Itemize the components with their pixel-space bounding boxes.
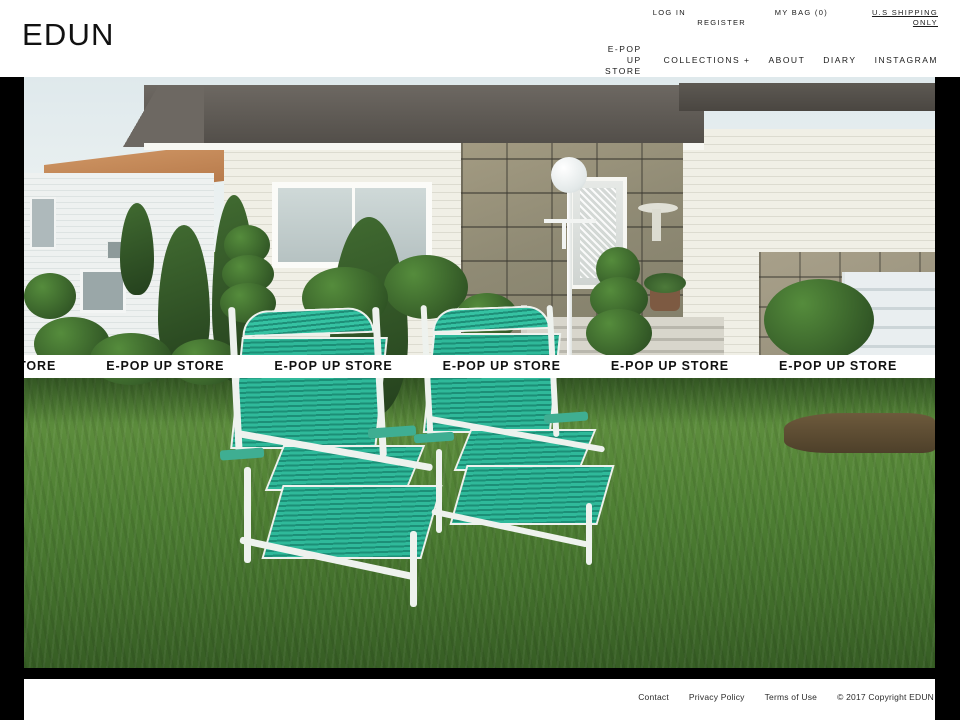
chair2-leg-front-left <box>436 449 442 533</box>
nav-item-about[interactable]: ABOUT <box>768 44 805 66</box>
foreground-shrub-d <box>24 273 76 319</box>
chair-armrest-left <box>219 447 265 461</box>
footer-link-contact[interactable]: Contact <box>638 692 669 702</box>
chair2-headrest-straps <box>431 304 551 334</box>
utility-navigation: LOG IN REGISTER MY BAG (0) U.S SHIPPING … <box>652 8 938 36</box>
register-link[interactable]: REGISTER <box>692 8 746 28</box>
mulch-bed <box>784 413 935 453</box>
neighbor-window-lower <box>80 269 126 313</box>
chair-leg-front-left <box>244 467 251 563</box>
nav-item-epop-up-store[interactable]: E-POP UP STORE <box>596 44 642 77</box>
round-shrub-right <box>764 279 874 361</box>
footer-copyright: © 2017 Copyright EDUN <box>837 692 934 702</box>
marquee-item: E-POP UP STORE <box>106 359 225 373</box>
chair2-leg-rear-right <box>586 503 592 565</box>
footer-link-privacy-policy[interactable]: Privacy Policy <box>689 692 745 702</box>
chair2-armrest-left <box>413 431 455 444</box>
marquee-item: E-POP UP STORE <box>779 359 898 373</box>
chair2-armrest-right <box>543 411 589 424</box>
nav-item-diary[interactable]: DIARY <box>823 44 856 66</box>
login-link[interactable]: LOG IN <box>652 8 686 18</box>
chair-headrest-straps <box>241 306 375 338</box>
nav-item-instagram[interactable]: INSTAGRAM <box>875 44 938 66</box>
brand-logo[interactable]: EDUN <box>22 18 115 52</box>
planter-stem <box>652 209 661 241</box>
potted-plant <box>644 273 686 293</box>
lamp-post-arm <box>544 219 596 223</box>
site-header: EDUN LOG IN REGISTER MY BAG (0) U.S SHIP… <box>0 0 960 77</box>
site-footer: Contact Privacy Policy Terms of Use © 20… <box>24 679 935 720</box>
footer-link-terms-of-use[interactable]: Terms of Use <box>765 692 817 702</box>
main-navigation: E-POP UP STORE COLLECTIONS + ABOUT DIARY… <box>596 44 938 76</box>
marquee-item: E-POP UP STORE <box>274 359 393 373</box>
marquee-item: E-POP UP STORE <box>442 359 561 373</box>
lamp-post-hook <box>562 223 566 249</box>
nav-item-collections[interactable]: COLLECTIONS + <box>664 44 751 66</box>
footer-links: Contact Privacy Policy Terms of Use © 20… <box>638 692 935 702</box>
marquee-item: E-POP UP STORE <box>610 359 730 373</box>
neighbor-window-upper <box>30 197 56 249</box>
page-root: EDUN LOG IN REGISTER MY BAG (0) U.S SHIP… <box>0 0 960 720</box>
shipping-region-link[interactable]: U.S SHIPPING ONLY <box>866 8 938 28</box>
main-house-roof-right <box>679 83 935 111</box>
lounge-chair-right <box>413 304 664 565</box>
lamp-post-globe <box>551 157 587 193</box>
chair-armrest-right <box>367 425 417 439</box>
promo-marquee-banner[interactable]: E-POP UP STORE E-POP UP STORE E-POP UP STO… <box>0 355 960 378</box>
my-bag-link[interactable]: MY BAG (0) <box>772 8 828 18</box>
marquee-track: E-POP UP STORE E-POP UP STORE E-POP UP STO… <box>0 355 960 378</box>
left-page-margin <box>0 77 24 679</box>
right-page-margin <box>935 77 960 679</box>
main-house-roof <box>84 85 704 147</box>
